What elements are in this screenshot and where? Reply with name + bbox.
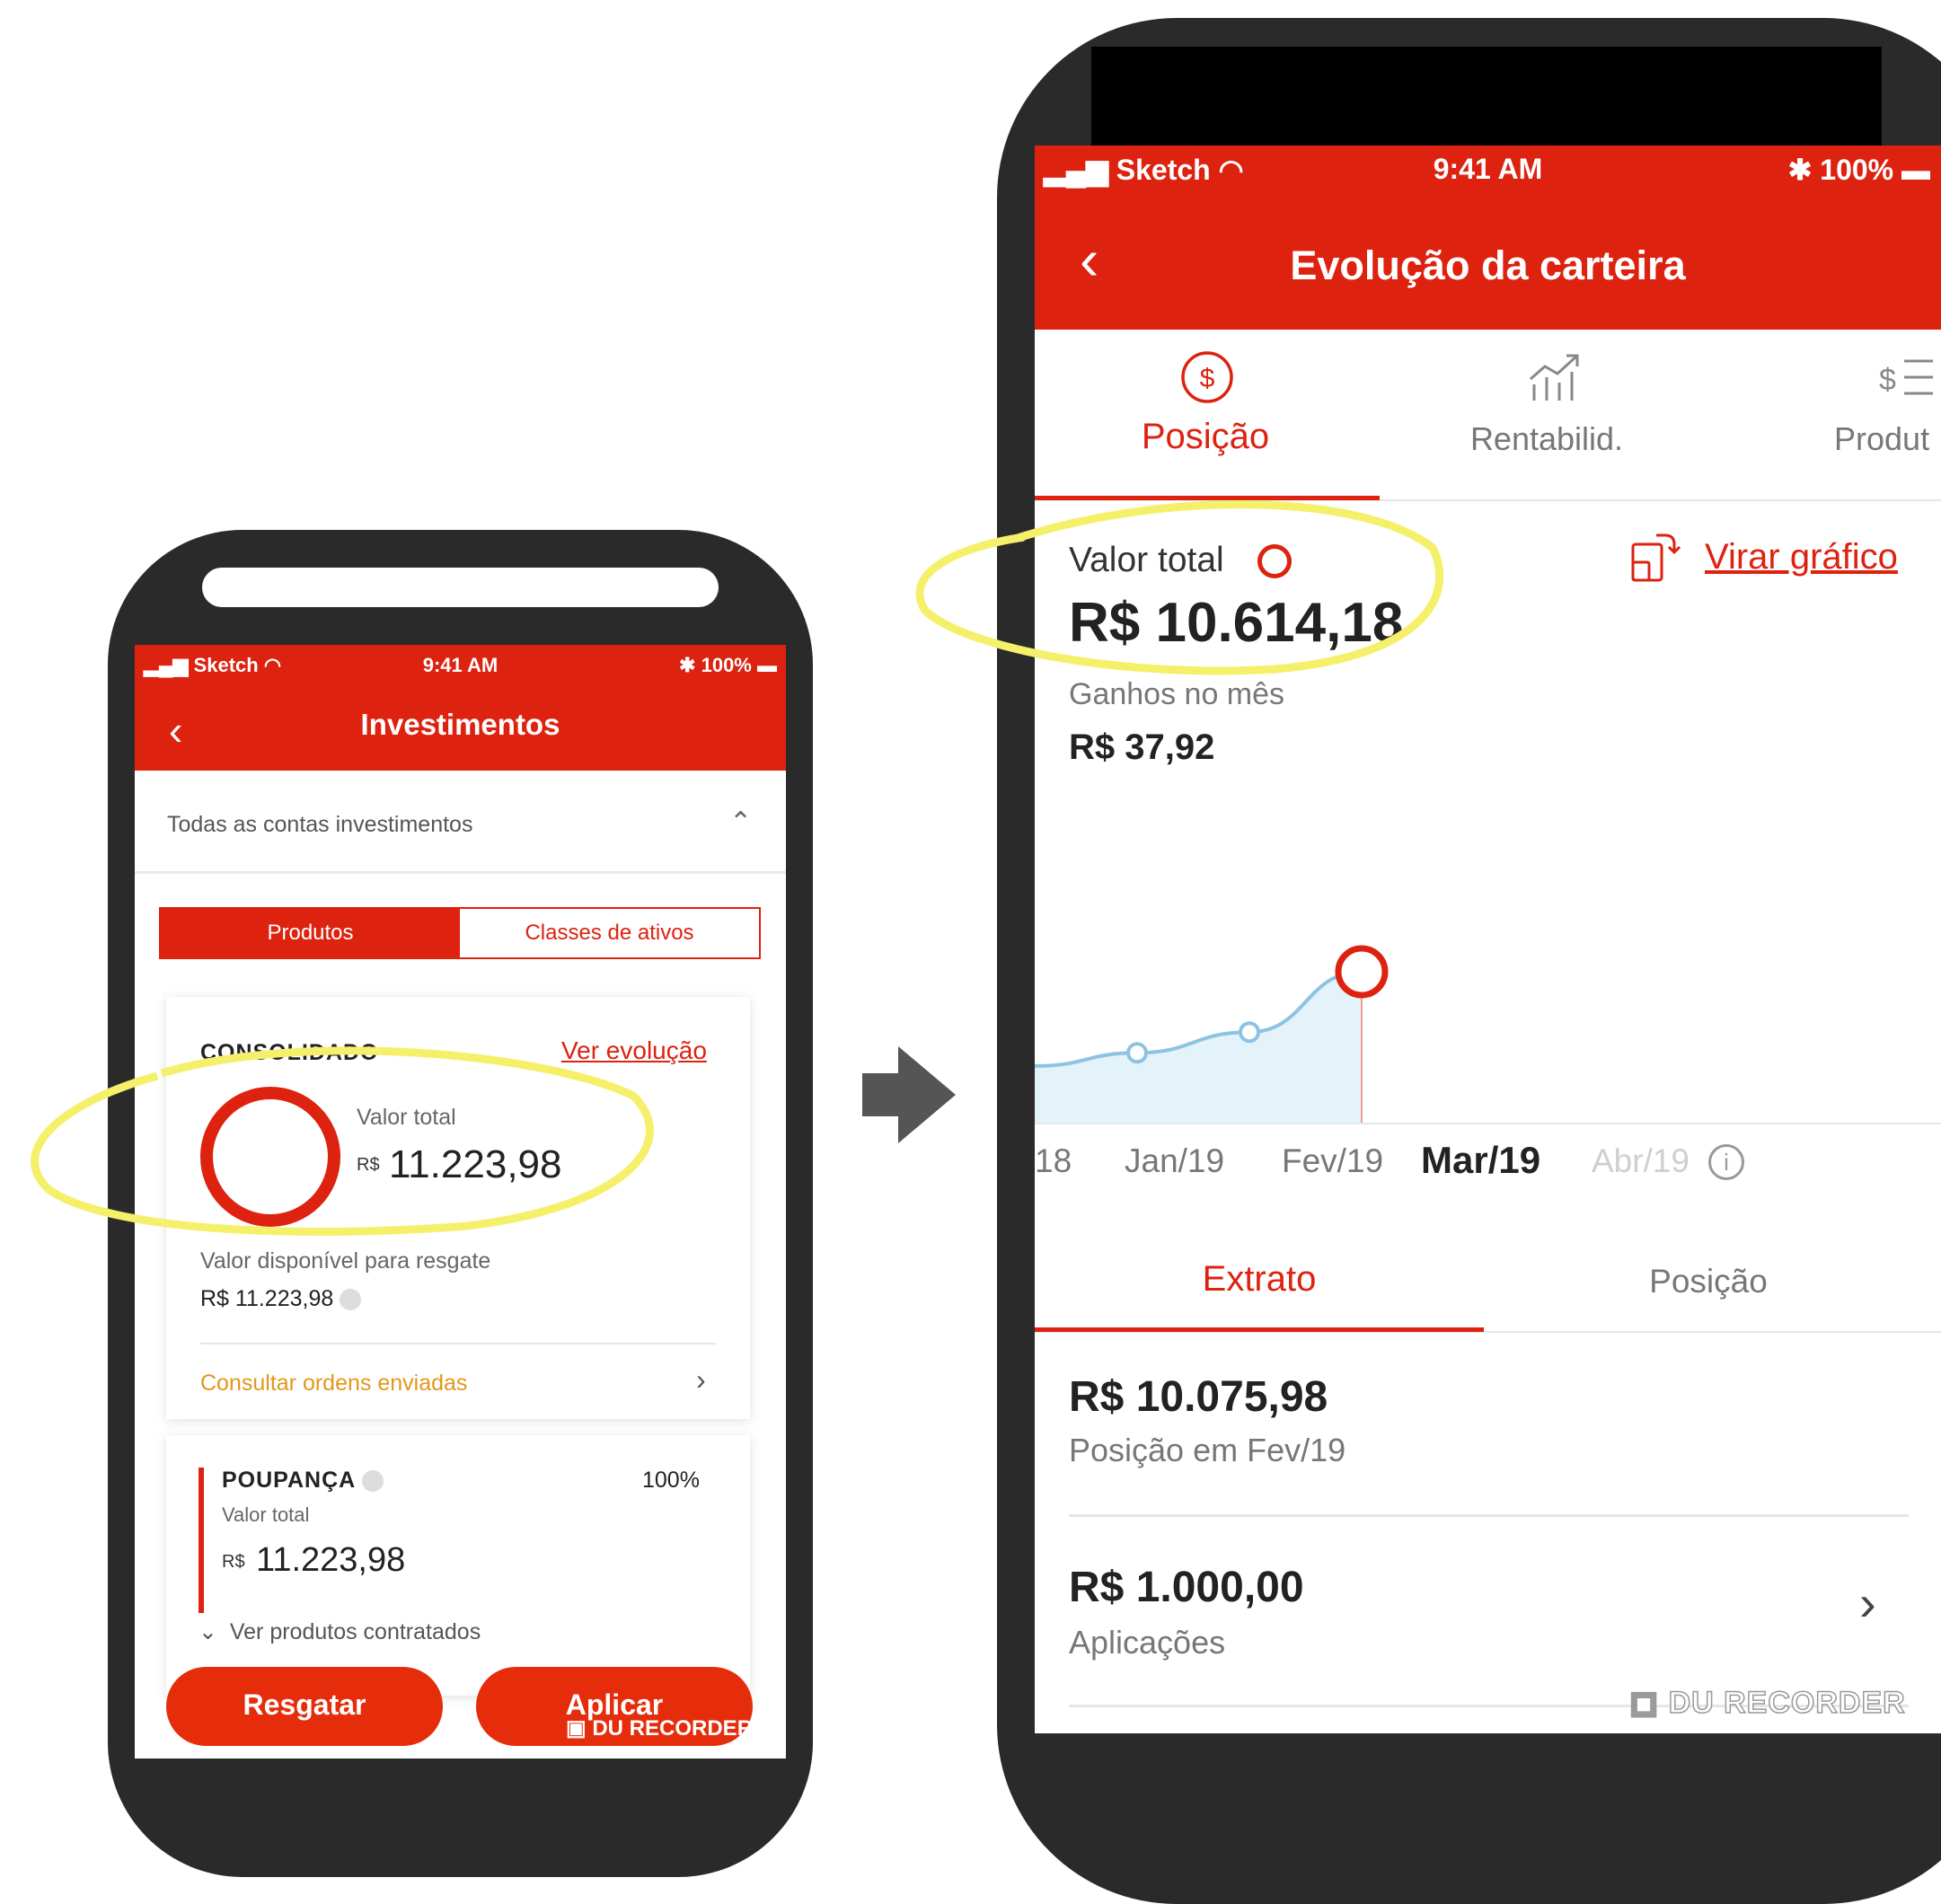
highlight-annotations <box>31 500 1444 1236</box>
highlight-left <box>31 1046 654 1236</box>
highlight-right <box>915 500 1444 675</box>
